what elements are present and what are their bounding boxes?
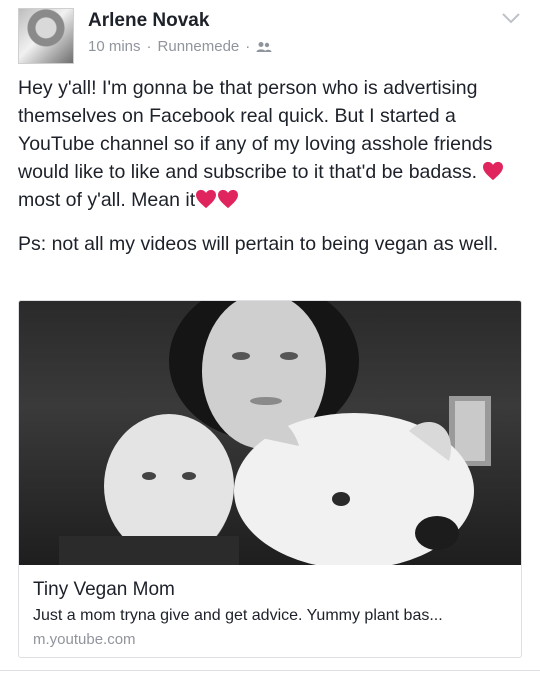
- divider: [0, 670, 540, 671]
- link-domain: m.youtube.com: [33, 631, 136, 648]
- post-text-segment: most of y'all. Mean it: [18, 189, 196, 211]
- post-header: Arlene Novak 10 mins · Runnemede ·: [0, 0, 540, 66]
- link-preview-card[interactable]: Tiny Vegan Mom Just a mom tryna give and…: [18, 300, 522, 658]
- red-heart-icon: [483, 161, 504, 181]
- friends-icon[interactable]: [256, 41, 272, 53]
- separator-dot: ·: [245, 38, 251, 55]
- avatar[interactable]: [18, 8, 74, 64]
- post-location[interactable]: Runnemede: [158, 38, 240, 55]
- link-description: Just a mom tryna give and get advice. Yu…: [33, 607, 443, 624]
- separator-dot: ·: [146, 38, 152, 55]
- post-time[interactable]: 10 mins: [88, 38, 141, 55]
- red-heart-icon: [218, 189, 239, 209]
- link-preview-image[interactable]: [19, 301, 521, 565]
- post-text-segment: Hey y'all! I'm gonna be that person who …: [18, 77, 493, 183]
- post-meta: 10 mins · Runnemede ·: [88, 38, 272, 55]
- author-name[interactable]: Arlene Novak: [88, 10, 209, 32]
- post-paragraph: Ps: not all my videos will pertain to be…: [18, 233, 499, 255]
- link-title[interactable]: Tiny Vegan Mom: [33, 579, 175, 601]
- post-body: Hey y'all! I'm gonna be that person who …: [18, 74, 523, 258]
- post-paragraph: Hey y'all! I'm gonna be that person who …: [18, 74, 523, 214]
- red-heart-icon: [196, 189, 217, 209]
- chevron-down-icon[interactable]: [500, 10, 522, 26]
